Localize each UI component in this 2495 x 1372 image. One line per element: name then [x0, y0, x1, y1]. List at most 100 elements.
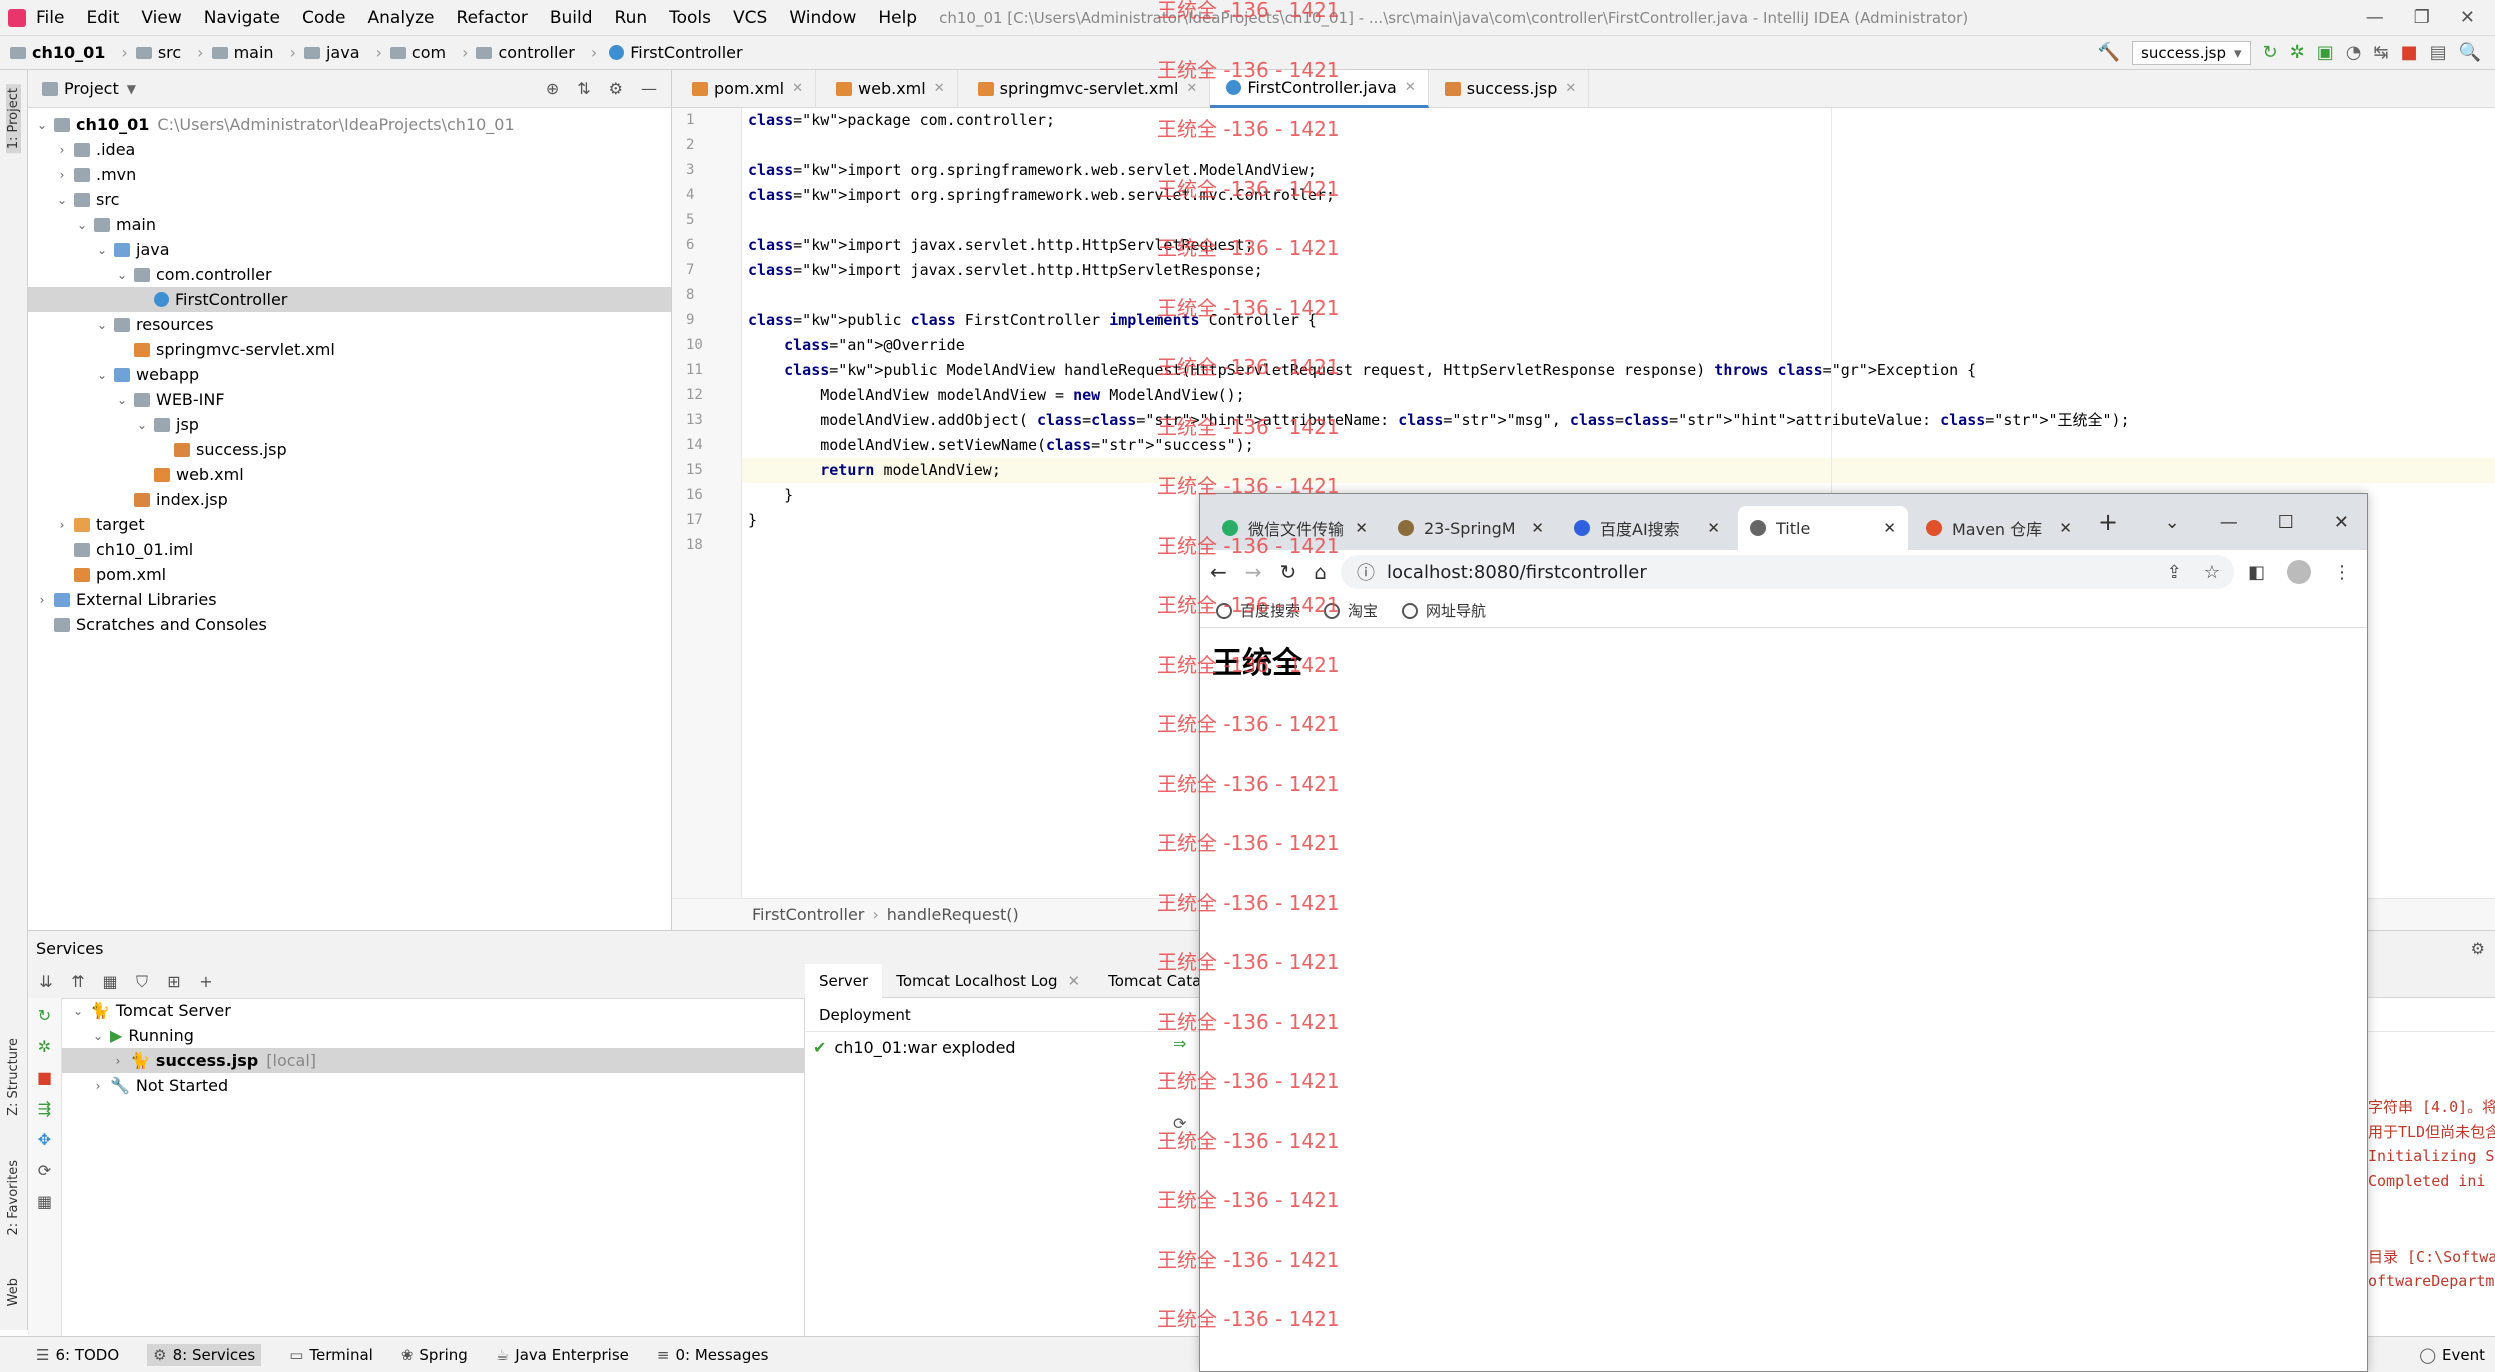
close-tab-icon[interactable]: ✕: [1531, 519, 1544, 537]
project-structure-icon[interactable]: ▤: [2430, 42, 2447, 63]
chevron-down-icon[interactable]: ⌄: [114, 268, 130, 282]
menu-item-view[interactable]: View: [141, 8, 181, 28]
service-tree-item[interactable]: ⌄ ▶ Running: [62, 1023, 804, 1048]
menu-item-vcs[interactable]: VCS: [733, 8, 767, 28]
build-hammer-icon[interactable]: 🔨: [2098, 42, 2120, 63]
service-detail-tab[interactable]: Tomcat Localhost Log ✕: [882, 964, 1094, 998]
chevron-right-icon[interactable]: ›: [54, 143, 70, 157]
chevron-right-icon[interactable]: ›: [54, 518, 70, 532]
close-tab-icon[interactable]: ✕: [1186, 81, 1197, 96]
editor-breadcrumb-method[interactable]: handleRequest(): [887, 905, 1019, 924]
project-tree-item[interactable]: ⌄ main: [28, 212, 671, 237]
project-tree-item[interactable]: web.xml: [28, 462, 671, 487]
close-tab-icon[interactable]: ✕: [1565, 81, 1576, 96]
chevron-right-icon[interactable]: ›: [34, 593, 50, 607]
coverage-icon[interactable]: ▣: [2317, 42, 2334, 63]
chevron-icon[interactable]: ›: [90, 1079, 106, 1093]
close-tab-icon[interactable]: ✕: [792, 81, 803, 96]
chevron-icon[interactable]: ⌄: [70, 1004, 86, 1018]
locate-icon[interactable]: ⊕: [546, 79, 559, 98]
project-tree-item[interactable]: ⌄ com.controller: [28, 262, 671, 287]
side-panel-icon[interactable]: ◧: [2248, 562, 2265, 583]
close-tab-icon[interactable]: ✕: [1883, 519, 1896, 537]
maximize-icon[interactable]: ❐: [2414, 7, 2430, 28]
new-tab-icon[interactable]: ⊞: [164, 972, 184, 992]
filter-icon[interactable]: ⛉: [132, 972, 152, 992]
project-tree-item[interactable]: index.jsp: [28, 487, 671, 512]
debug-icon[interactable]: ✲: [28, 1037, 61, 1056]
breadcrumb-item[interactable]: java: [303, 43, 360, 62]
menu-item-analyze[interactable]: Analyze: [368, 8, 435, 28]
menu-item-build[interactable]: Build: [550, 8, 593, 28]
menu-item-window[interactable]: Window: [789, 8, 856, 28]
address-bar[interactable]: ⓘ localhost:8080/firstcontroller ⇪ ☆: [1341, 555, 2234, 589]
home-icon[interactable]: ⌂: [1314, 560, 1327, 584]
chevron-icon[interactable]: ›: [110, 1054, 126, 1068]
hide-icon[interactable]: —: [641, 79, 657, 98]
service-tree-item[interactable]: › 🔧 Not Started: [62, 1073, 804, 1098]
tool-window-button[interactable]: ☰ 6: TODO: [36, 1346, 119, 1364]
group-icon[interactable]: ▦: [100, 972, 120, 992]
reload-icon[interactable]: ↻: [1280, 560, 1297, 584]
chevron-right-icon[interactable]: ›: [54, 168, 70, 182]
minimize-icon[interactable]: —: [2366, 7, 2384, 28]
menu-item-navigate[interactable]: Navigate: [204, 8, 280, 28]
project-tree-item[interactable]: Scratches and Consoles: [28, 612, 671, 637]
menu-item-edit[interactable]: Edit: [86, 8, 119, 28]
menu-item-run[interactable]: Run: [615, 8, 648, 28]
project-tree-item[interactable]: springmvc-servlet.xml: [28, 337, 671, 362]
run-config-select[interactable]: success.jsp ▾: [2132, 40, 2251, 65]
bookmark-item[interactable]: 淘宝: [1324, 600, 1378, 621]
editor-tab[interactable]: pom.xml ✕: [672, 69, 817, 108]
project-tree-item[interactable]: ⌄ WEB-INF: [28, 387, 671, 412]
chevron-down-icon[interactable]: ⌄: [74, 218, 90, 232]
service-tree-item[interactable]: › 🐈 success.jsp [local]: [62, 1048, 804, 1073]
profile-icon[interactable]: ◔: [2346, 42, 2362, 63]
add-service-icon[interactable]: +: [196, 972, 216, 992]
tool-window-button[interactable]: ⚙ 8: Services: [147, 1343, 262, 1366]
redeploy-icon[interactable]: ⟳: [1173, 1114, 1186, 1133]
project-view-select[interactable]: Project: [64, 79, 119, 98]
service-detail-tab[interactable]: Tomcat Cata: [1094, 964, 1215, 998]
stop-icon[interactable]: ■: [2401, 42, 2418, 63]
more-menu-icon[interactable]: ⋮: [2333, 562, 2351, 583]
editor-breadcrumb-class[interactable]: FirstController: [752, 905, 864, 924]
browser-tab[interactable]: Maven 仓库 ✕: [1914, 506, 2084, 550]
close-tab-icon[interactable]: ✕: [2059, 519, 2072, 537]
project-tree-item[interactable]: FirstController: [28, 287, 671, 312]
service-detail-tab[interactable]: Server: [805, 963, 883, 998]
close-tab-icon[interactable]: ✕: [1707, 519, 1720, 537]
browser-tab[interactable]: 微信文件传输 ✕: [1210, 506, 1380, 550]
breadcrumb-item[interactable]: controller: [476, 43, 575, 62]
service-tree-item[interactable]: ⌄ 🐈 Tomcat Server: [62, 998, 804, 1023]
browser-tab[interactable]: Title ✕: [1738, 506, 1908, 550]
breadcrumb-item[interactable]: com: [389, 43, 446, 62]
menu-item-refactor[interactable]: Refactor: [457, 8, 528, 28]
chevron-down-icon[interactable]: ⌄: [134, 418, 150, 432]
close-icon[interactable]: ✕: [2334, 512, 2349, 533]
chevron-down-icon[interactable]: ⌄: [94, 368, 110, 382]
breadcrumb-item[interactable]: main: [211, 43, 274, 62]
info-icon[interactable]: ⓘ: [1357, 559, 1375, 585]
bookmark-item[interactable]: 百度搜索: [1216, 600, 1300, 621]
chevron-down-icon[interactable]: ⌄: [94, 318, 110, 332]
search-everywhere-icon[interactable]: 🔍: [2459, 42, 2481, 63]
chevron-icon[interactable]: ⌄: [90, 1029, 106, 1043]
bookmark-item[interactable]: 网址导航: [1402, 600, 1486, 621]
menu-item-help[interactable]: Help: [878, 8, 917, 28]
rerun-icon[interactable]: ↻: [2263, 42, 2278, 63]
stop-icon[interactable]: ■: [28, 1068, 61, 1087]
layout-icon[interactable]: ▦: [28, 1192, 61, 1211]
debug-icon[interactable]: ✲: [2290, 42, 2305, 63]
favorites-tool-button[interactable]: 2: Favorites: [6, 1160, 21, 1236]
profile-avatar-icon[interactable]: [2287, 560, 2311, 584]
chevron-down-icon[interactable]: ⌄: [114, 393, 130, 407]
project-tree-item[interactable]: › External Libraries: [28, 587, 671, 612]
chevron-down-icon[interactable]: ▼: [127, 82, 136, 96]
breadcrumb-item[interactable]: FirstController: [605, 43, 743, 62]
tool-window-button[interactable]: ☕ Java Enterprise: [496, 1346, 629, 1364]
project-tool-button[interactable]: 1: Project: [6, 84, 21, 154]
project-tree-item[interactable]: ⌄ java: [28, 237, 671, 262]
attach-icon[interactable]: ↹: [2373, 42, 2388, 63]
project-tree-item[interactable]: ⌄ src: [28, 187, 671, 212]
